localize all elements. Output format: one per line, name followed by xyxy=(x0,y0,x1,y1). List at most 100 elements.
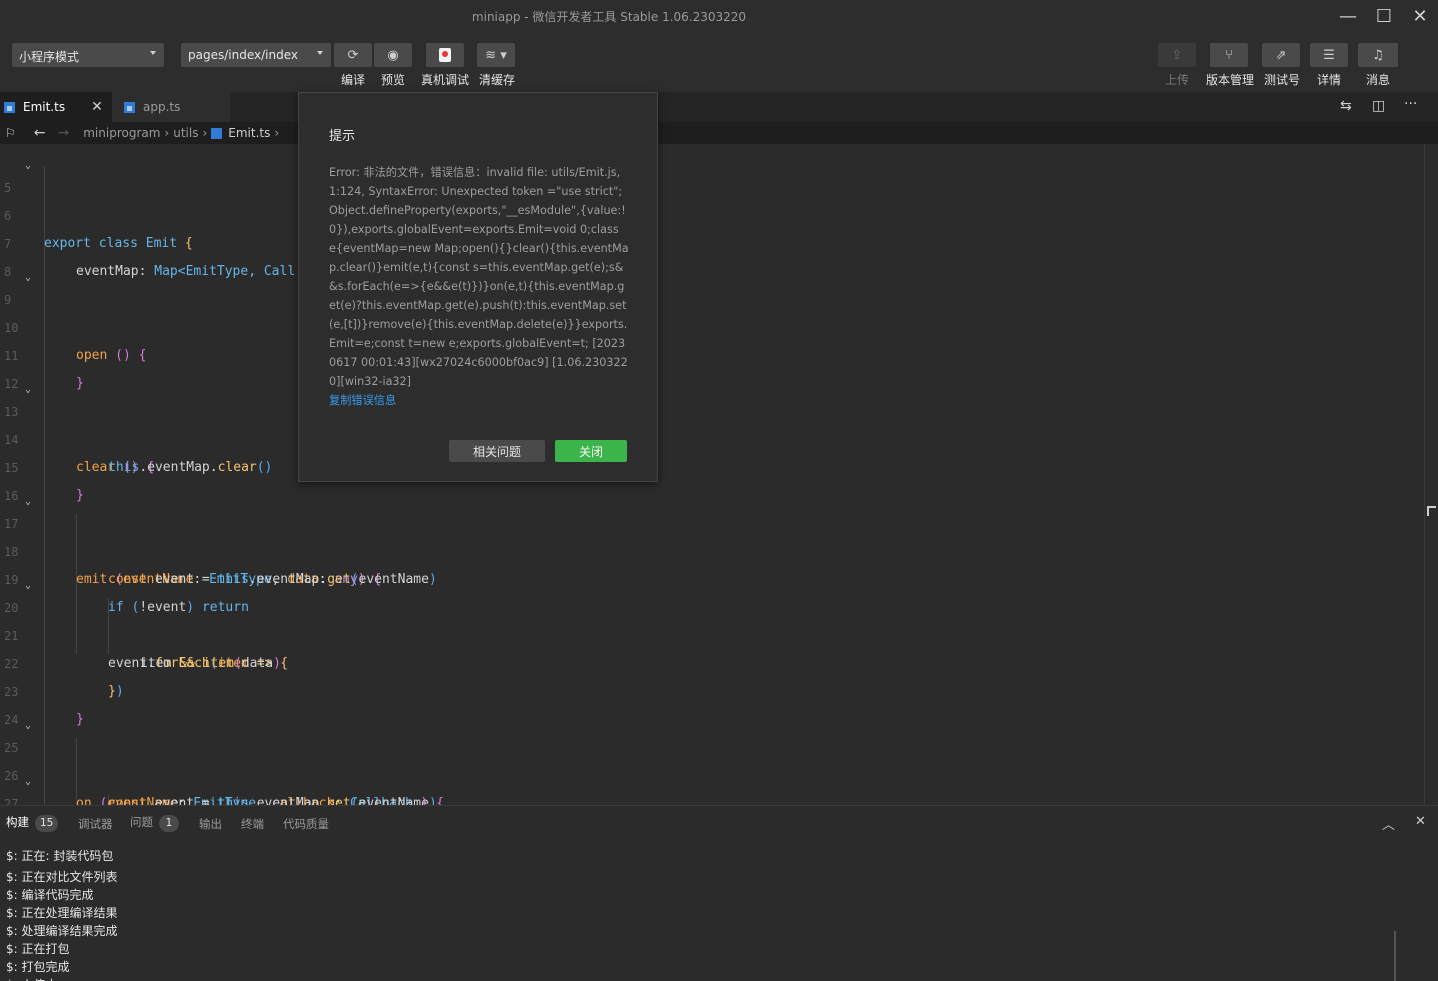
tab-problems[interactable]: 问题 1 xyxy=(130,814,179,832)
code-line: 12 xyxy=(0,342,1424,391)
tab-output[interactable]: 输出 xyxy=(199,816,222,832)
mode-select[interactable]: 小程序模式 xyxy=(12,43,164,67)
layers-icon: ≋ ▾ xyxy=(485,47,507,63)
code-editor[interactable]: 5 ⌄ export class Emit { 6 7 eventMap: Ma… xyxy=(0,144,1424,805)
bottom-panel: 构建 15 调试器 问题 1 输出 终端 代码质量 ︿ ✕ $: 正在: 封装代码包… xyxy=(0,805,1438,981)
tab-code-quality[interactable]: 代码质量 xyxy=(283,816,329,832)
code-line: 26 const event = this.eventMap.get(event… xyxy=(0,734,1424,805)
close-icon[interactable]: ✕ xyxy=(1415,814,1426,829)
preview-label: 预览 xyxy=(380,73,405,87)
code-line: 21 item && item(data) xyxy=(0,594,1424,671)
test-button[interactable]: ⇗ xyxy=(1262,43,1300,67)
tab-terminal[interactable]: 终端 xyxy=(241,816,264,832)
tab-emit-ts[interactable]: Emit.ts ✕ xyxy=(0,92,112,122)
log-line: $: 正在打包 xyxy=(6,942,70,956)
chevron-right-icon: › xyxy=(202,126,208,140)
tab-label: 问题 xyxy=(130,815,153,829)
breadcrumb-item[interactable]: miniprogram xyxy=(83,126,160,140)
clear-cache-label: 清缓存 xyxy=(478,73,515,87)
menu-icon: ☰ xyxy=(1323,47,1335,63)
compile-button[interactable]: ⟳ xyxy=(334,43,372,67)
page-select[interactable]: pages/index/index xyxy=(181,43,331,67)
code-line: 6 xyxy=(0,174,1424,223)
chevron-right-icon: › xyxy=(274,126,280,140)
compile-label: 编译 xyxy=(340,73,365,87)
preview-button[interactable]: ◉ xyxy=(374,43,412,67)
close-window-button[interactable]: ✕ xyxy=(1403,4,1437,28)
breadcrumb: ⚐ ← → miniprogram › utils › Emit.ts › xyxy=(0,122,1438,144)
split-editor-icon[interactable]: ◫ xyxy=(1372,98,1385,114)
test-label: 测试号 xyxy=(1263,73,1300,87)
code-line: 19 if (!event) return xyxy=(0,538,1424,615)
chevron-down-icon xyxy=(317,51,323,55)
code-line: 25 ⌄ on (eventName: EmitType, callback: … xyxy=(0,706,1424,805)
copy-error-link[interactable]: 复制错误信息 xyxy=(329,394,396,407)
clear-cache-button[interactable]: ≋ ▾ xyxy=(477,43,515,67)
code-line: 20 ⌄ event.forEach(item => { xyxy=(0,566,1424,671)
log-line: $: 正在对比文件列表 xyxy=(6,870,118,884)
tab-build[interactable]: 构建 15 xyxy=(6,814,59,832)
log-line: $: 处理编译结果完成 xyxy=(6,924,118,938)
bookmark-icon[interactable]: ⚐ xyxy=(5,126,16,140)
chevron-right-icon: › xyxy=(164,126,170,140)
error-message-text: Error: 非法的文件，错误信息：invalid file: utils/Em… xyxy=(329,166,629,388)
log-line: $: 打包完成 xyxy=(6,960,70,974)
forward-arrow-icon[interactable]: → xyxy=(58,125,70,141)
editor-tab-bar: Emit.ts ✕ app.ts ⇆ ◫ ··· xyxy=(0,92,1438,122)
chevron-up-icon[interactable]: ︿ xyxy=(1382,814,1395,833)
scroll-marker xyxy=(1427,506,1436,516)
window-title: miniapp - 微信开发者工具 Stable 1.06.2303220 xyxy=(471,10,747,24)
related-issues-button[interactable]: 相关问题 xyxy=(449,440,545,462)
code-line: 18 const event = this.eventMap.get(event… xyxy=(0,510,1424,587)
maximize-button[interactable]: ☐ xyxy=(1367,4,1401,28)
details-button[interactable]: ☰ xyxy=(1310,43,1348,67)
close-dialog-button[interactable]: 关闭 xyxy=(555,440,627,462)
code-line: 24 xyxy=(0,678,1424,727)
external-link-icon: ⇗ xyxy=(1275,47,1287,63)
code-line: 15 } xyxy=(0,426,1424,503)
messages-button[interactable]: ♫ xyxy=(1358,43,1398,67)
remote-debug-button[interactable] xyxy=(426,43,464,67)
version-label: 版本管理 xyxy=(1205,73,1254,87)
code-line: 22 }) xyxy=(0,622,1424,699)
messages-label: 消息 xyxy=(1365,73,1390,87)
code-line: 23 } xyxy=(0,650,1424,727)
details-label: 详情 xyxy=(1316,73,1341,87)
code-line: 13 ⌄ clear () { xyxy=(0,370,1424,475)
code-line: 8 xyxy=(0,230,1424,279)
bell-icon: ♫ xyxy=(1372,47,1384,63)
dialog-title: 提示 xyxy=(329,129,356,144)
code-line: 7 eventMap: Map<EmitType, Call xyxy=(0,202,1424,279)
tab-debugger[interactable]: 调试器 xyxy=(78,816,113,832)
typescript-file-icon xyxy=(4,101,15,113)
compare-icon[interactable]: ⇆ xyxy=(1340,98,1352,114)
log-line: $: 编译代码完成 xyxy=(6,888,94,902)
typescript-file-icon xyxy=(124,101,135,113)
editor-scrollbar[interactable] xyxy=(1424,144,1438,805)
more-icon[interactable]: ··· xyxy=(1404,96,1417,112)
branch-icon: ⑂ xyxy=(1225,47,1233,63)
upload-button[interactable]: ⇪ xyxy=(1158,43,1196,67)
minimize-button[interactable]: — xyxy=(1331,4,1365,28)
code-line: 9 ⌄ open () { xyxy=(0,258,1424,363)
title-bar: miniapp - 微信开发者工具 Stable 1.06.2303220 — … xyxy=(0,0,1438,32)
log-line: $: 正在处理编译结果 xyxy=(6,906,118,920)
code-line: 27 ⌄ if (event) { xyxy=(0,762,1424,805)
tab-label: app.ts xyxy=(143,100,181,114)
code-line: 28 this.eventMap.get(eventName)!.push(ca… xyxy=(0,790,1424,805)
code-line: 14 this.eventMap.clear() xyxy=(0,398,1424,475)
count-badge: 1 xyxy=(159,815,179,832)
dialog-message: Error: 非法的文件，错误信息：invalid file: utils/Em… xyxy=(329,163,629,410)
back-arrow-icon[interactable]: ← xyxy=(34,125,46,141)
panel-scrollbar[interactable] xyxy=(1394,931,1396,981)
tab-app-ts[interactable]: app.ts xyxy=(112,92,230,122)
breadcrumb-item[interactable]: Emit.ts xyxy=(228,126,270,140)
version-button[interactable]: ⑂ xyxy=(1210,43,1248,67)
upload-label: 上传 xyxy=(1164,73,1189,87)
toolbar: 小程序模式 pages/index/index ⟳ ◉ ≋ ▾ 编译 预览 真机… xyxy=(0,32,1438,92)
tab-label: Emit.ts xyxy=(23,100,66,114)
close-icon[interactable]: ✕ xyxy=(91,99,103,115)
page-select-value: pages/index/index xyxy=(188,48,298,62)
breadcrumb-item[interactable]: utils xyxy=(173,126,198,140)
count-badge: 15 xyxy=(35,815,59,832)
